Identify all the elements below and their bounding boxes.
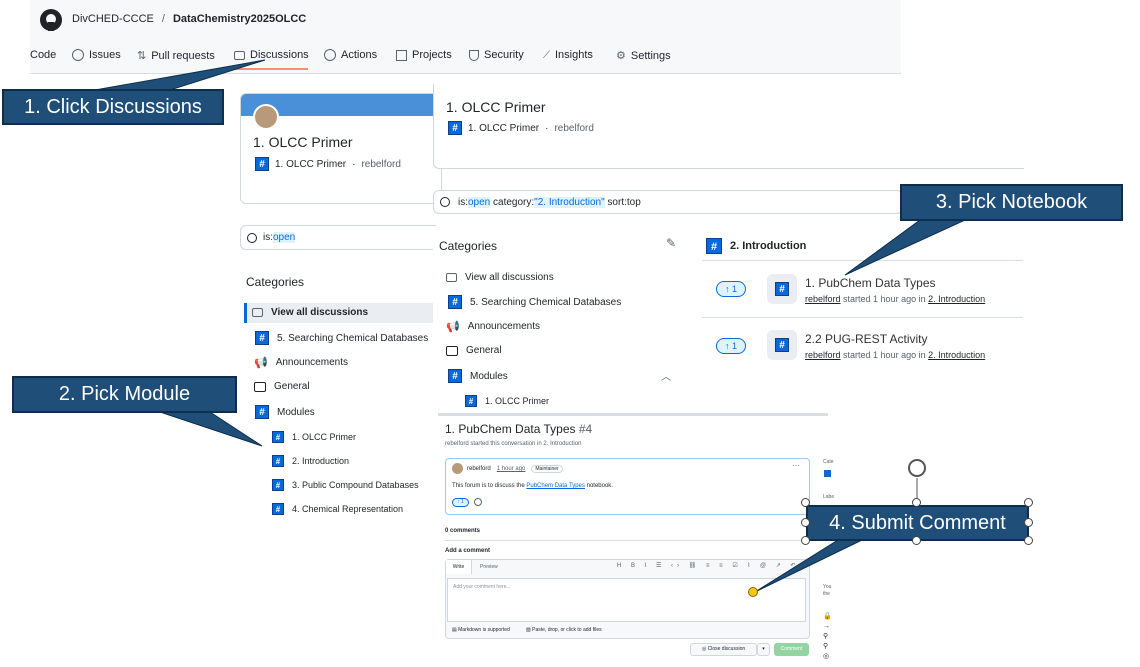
resize-handle[interactable] bbox=[1024, 518, 1033, 527]
click-target-dot bbox=[748, 587, 758, 597]
callout-click-discussions: 1. Click Discussions bbox=[2, 89, 224, 125]
callout-4-pointer bbox=[754, 539, 863, 593]
callout-pick-notebook: 3. Pick Notebook bbox=[900, 184, 1123, 221]
resize-handle[interactable] bbox=[801, 518, 810, 527]
resize-handle[interactable] bbox=[912, 536, 921, 545]
resize-handle[interactable] bbox=[1024, 498, 1033, 507]
resize-handle[interactable] bbox=[912, 498, 921, 507]
callout-3-pointer bbox=[844, 219, 966, 276]
rotate-handle-icon[interactable] bbox=[908, 459, 926, 477]
callout-1-pointer bbox=[94, 59, 266, 91]
callout-2-pointer bbox=[159, 411, 263, 447]
callout-pick-module: 2. Pick Module bbox=[12, 376, 237, 413]
resize-handle[interactable] bbox=[801, 498, 810, 507]
resize-handle[interactable] bbox=[1024, 536, 1033, 545]
resize-handle[interactable] bbox=[801, 536, 810, 545]
